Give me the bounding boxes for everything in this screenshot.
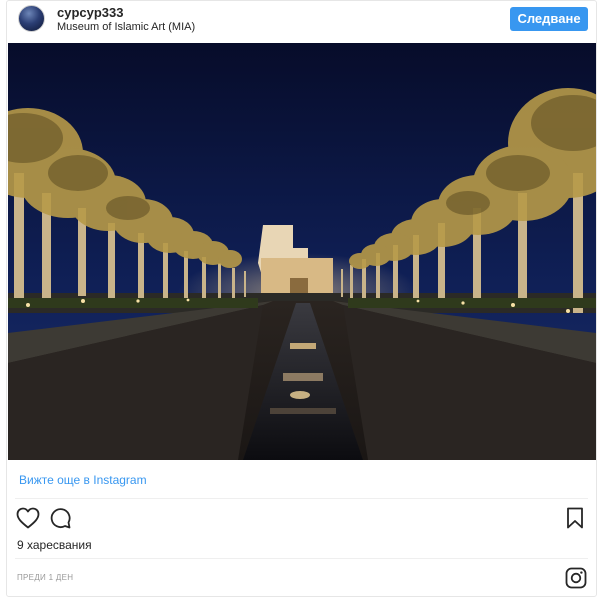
heart-icon[interactable]: [16, 507, 40, 529]
post-photo[interactable]: [8, 43, 596, 460]
comment-icon[interactable]: [49, 507, 71, 529]
follow-button[interactable]: Следване: [510, 7, 588, 31]
instagram-icon[interactable]: [565, 567, 587, 589]
instagram-embed-card: cypcyp333 Museum of Islamic Art (MIA) Сл…: [6, 0, 597, 597]
post-timestamp[interactable]: ПРЕДИ 1 ДЕН: [17, 573, 73, 583]
divider: [15, 558, 588, 559]
location[interactable]: Museum of Islamic Art (MIA): [57, 21, 195, 33]
photo-image: [8, 43, 596, 460]
username[interactable]: cypcyp333: [57, 6, 124, 20]
bookmark-icon[interactable]: [566, 507, 584, 529]
divider: [15, 498, 588, 499]
avatar[interactable]: [18, 5, 45, 32]
post-header: cypcyp333 Museum of Islamic Art (MIA) Сл…: [7, 1, 596, 41]
likes-count[interactable]: 9 харесвания: [17, 538, 92, 552]
view-more-link[interactable]: Вижте още в Instagram: [19, 473, 147, 487]
